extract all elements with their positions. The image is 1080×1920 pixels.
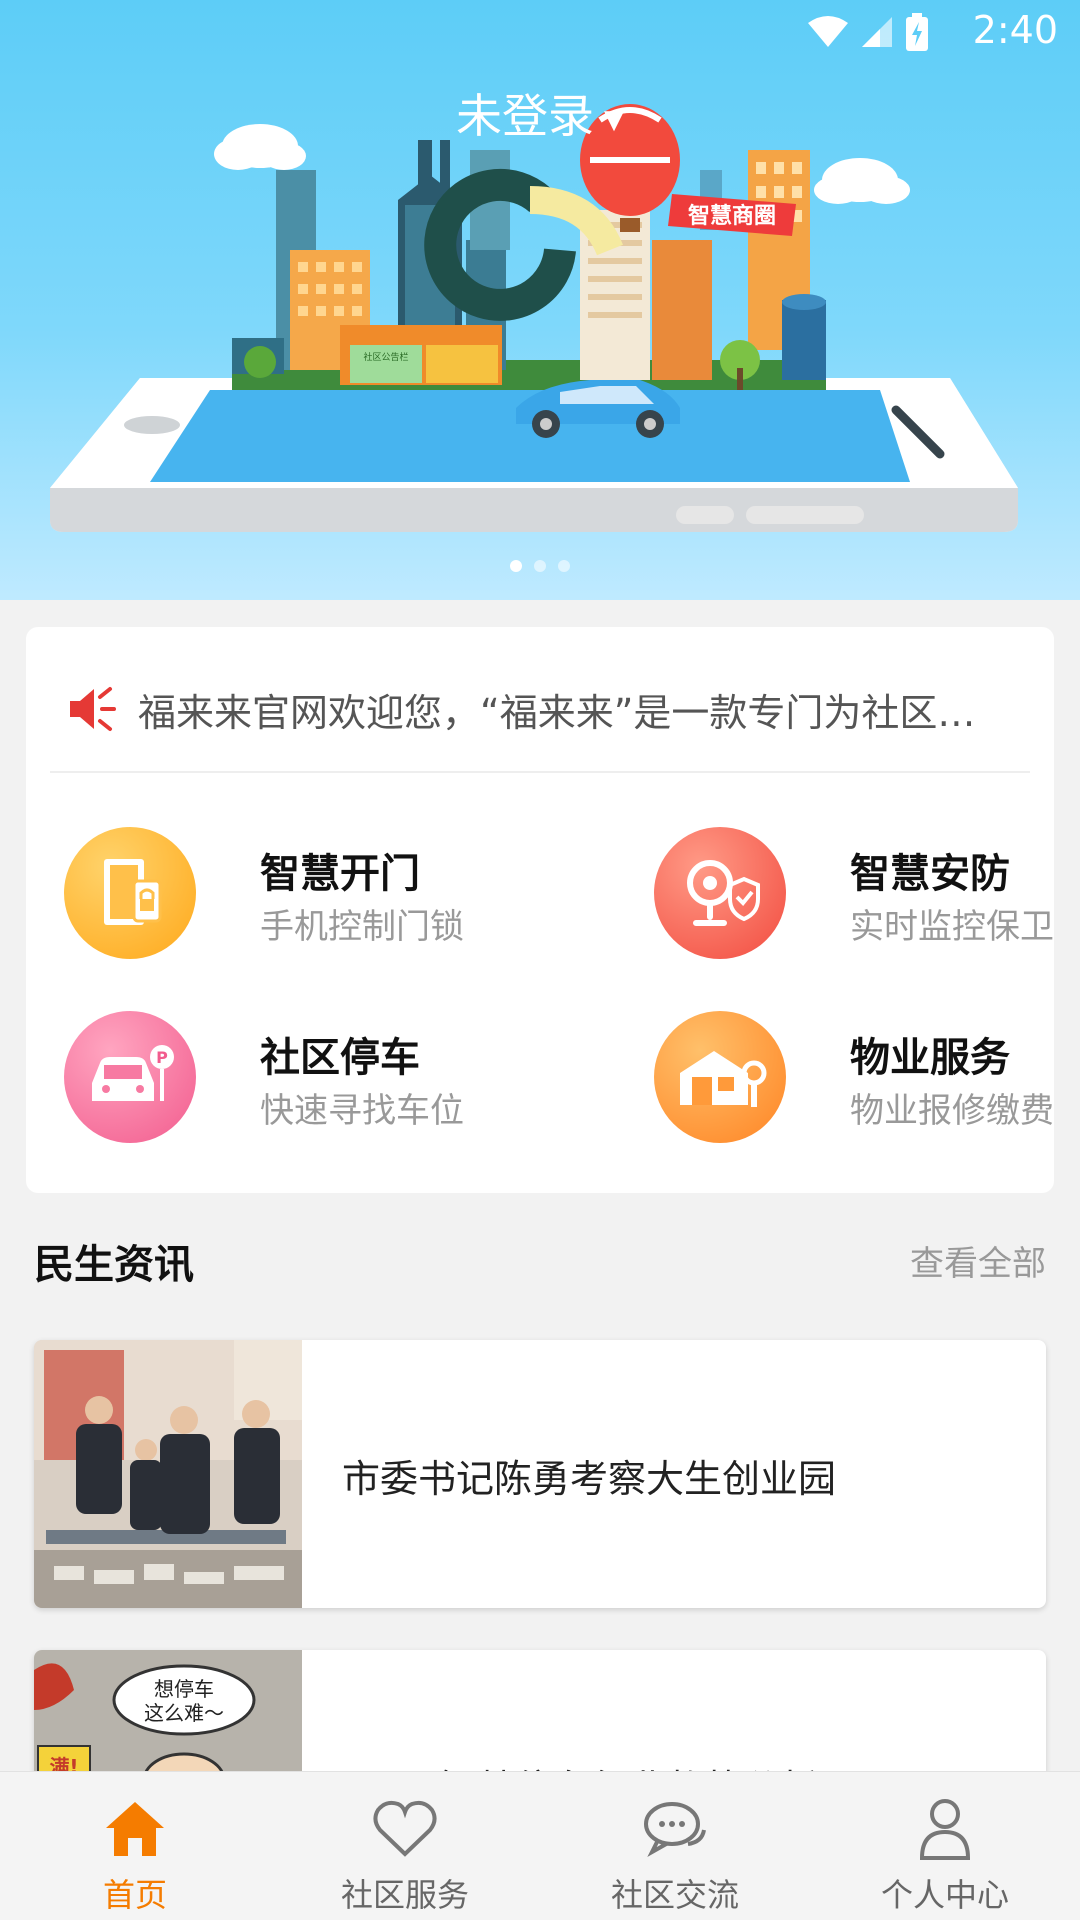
chat-icon — [644, 1802, 706, 1857]
banner-carousel[interactable]: 2:40 智慧商圈 社区公告栏 未登录 ▼ — [0, 0, 1080, 600]
service-community-parking[interactable]: P 社区停车 快速寻找车位 — [64, 1011, 524, 1143]
speaker-icon — [70, 687, 116, 731]
svg-text:P: P — [156, 1048, 168, 1067]
tab-label: 个人中心 — [880, 1876, 1009, 1914]
tab-community-service[interactable]: 社区服务 — [270, 1772, 540, 1920]
tab-profile[interactable]: 个人中心 — [810, 1772, 1080, 1920]
car-parking-icon: P — [64, 1011, 196, 1143]
service-title: 智慧安防 — [850, 851, 1010, 897]
tab-label: 社区服务 — [340, 1876, 469, 1914]
tab-community-chat[interactable]: 社区交流 — [540, 1772, 810, 1920]
news-thumbnail — [34, 1340, 302, 1608]
door-lock-icon — [64, 827, 196, 959]
service-title: 物业服务 — [850, 1035, 1010, 1081]
news-section-header: 民生资讯 查看全部 — [34, 1232, 1046, 1292]
service-smart-door[interactable]: 智慧开门 手机控制门锁 — [64, 827, 524, 959]
carousel-dots — [0, 560, 1080, 572]
caret-down-icon: ▼ — [604, 104, 624, 135]
section-title: 民生资讯 — [34, 1242, 194, 1288]
view-all-link[interactable]: 查看全部 — [910, 1236, 1046, 1285]
divider — [50, 771, 1030, 773]
heart-icon — [373, 1800, 437, 1857]
login-label: 未登录 — [456, 89, 594, 143]
service-smart-security[interactable]: 智慧安防 实时监控保卫 — [654, 827, 1080, 959]
person-icon — [919, 1799, 971, 1860]
signal-icon — [862, 17, 892, 47]
service-subtitle: 实时监控保卫 — [850, 907, 1054, 947]
news-item[interactable]: 市委书记陈勇考察大生创业园 — [34, 1340, 1046, 1608]
service-property[interactable]: 物业服务 物业报修缴费 — [654, 1011, 1080, 1143]
status-bar: 2:40 — [0, 0, 1080, 64]
carousel-dot[interactable] — [534, 560, 546, 572]
thumbnail-caption: 这么难～ — [144, 1701, 224, 1725]
bulletin-text: 社区公告栏 — [363, 351, 408, 363]
smart-city-illustration: 智慧商圈 社区公告栏 — [50, 104, 1018, 532]
wifi-icon — [808, 16, 848, 47]
carousel-dot[interactable] — [558, 560, 570, 572]
login-selector[interactable]: 未登录 ▼ — [0, 80, 1080, 146]
service-subtitle: 手机控制门锁 — [260, 907, 464, 947]
service-card: 福来来官网欢迎您，“福来来”是一款专门为社区… 智慧开门 手机控制门锁 智慧安防… — [26, 627, 1054, 1193]
house-repair-icon — [654, 1011, 786, 1143]
home-icon — [106, 1802, 164, 1856]
status-icons — [806, 12, 930, 52]
status-time: 2:40 — [972, 8, 1058, 52]
carousel-dot[interactable] — [510, 560, 522, 572]
camera-shield-icon — [654, 827, 786, 959]
notice-bar[interactable]: 福来来官网欢迎您，“福来来”是一款专门为社区… — [66, 679, 1006, 739]
notice-text: 福来来官网欢迎您，“福来来”是一款专门为社区… — [138, 690, 976, 735]
tab-label: 社区交流 — [610, 1876, 739, 1914]
tab-home[interactable]: 首页 — [0, 1772, 270, 1920]
tab-label: 首页 — [102, 1876, 167, 1914]
news-title: 市委书记陈勇考察大生创业园 — [342, 1457, 837, 1501]
bottom-tab-bar: 首页 社区服务 社区交流 个人中心 — [0, 1771, 1080, 1920]
signboard-text: 智慧商圈 — [688, 203, 776, 229]
thumbnail-caption: 想停车 — [154, 1677, 214, 1701]
service-subtitle: 快速寻找车位 — [260, 1091, 464, 1131]
battery-charging-icon — [906, 13, 928, 51]
service-title: 社区停车 — [260, 1035, 420, 1081]
service-title: 智慧开门 — [260, 851, 420, 897]
service-subtitle: 物业报修缴费 — [850, 1091, 1054, 1131]
